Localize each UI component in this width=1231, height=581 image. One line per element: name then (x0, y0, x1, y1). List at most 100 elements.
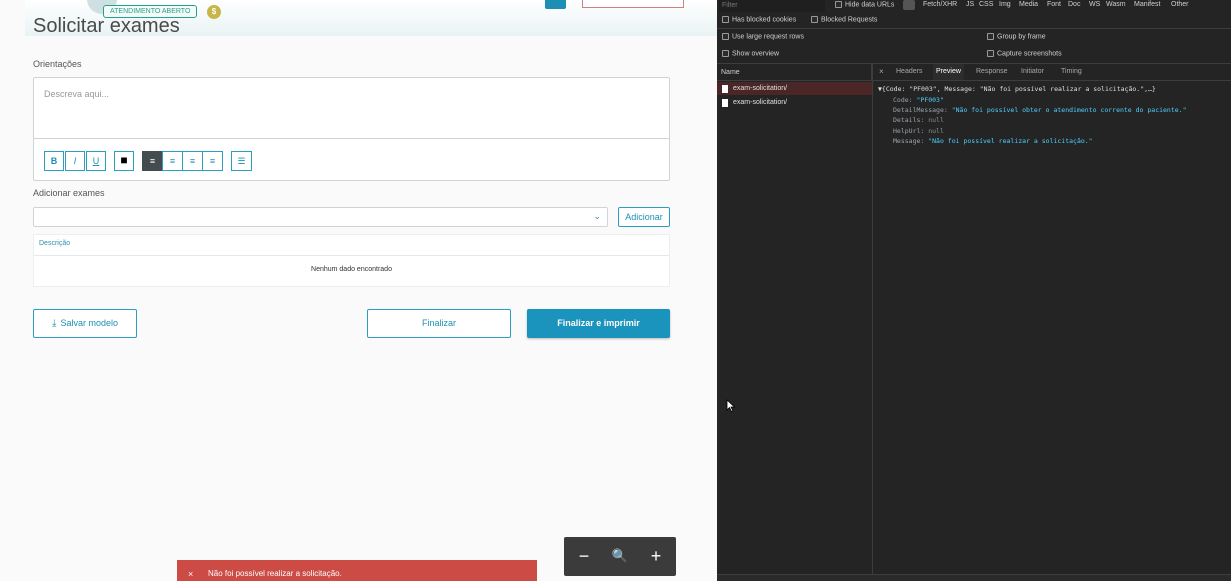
align-right-icon[interactable]: ≡ (142, 151, 163, 171)
group-by-frame-label: Group by frame (997, 33, 1046, 41)
json-key: Details: (893, 116, 929, 124)
close-icon[interactable]: × (188, 560, 193, 581)
request-name: exam-solicitation/ (733, 85, 788, 92)
type-fetch[interactable]: Fetch/XHR (923, 1, 957, 8)
panel-splitter[interactable] (872, 64, 873, 581)
type-wasm[interactable]: Wasm (1106, 1, 1126, 8)
request-name: exam-solicitation/ (733, 99, 788, 106)
filter-input[interactable]: Filter (719, 0, 825, 12)
table-divider (34, 255, 669, 256)
orientacoes-label: Orientações (33, 59, 82, 69)
json-key: Code: (893, 96, 917, 104)
capture-screenshots-checkbox[interactable]: Capture screenshots (987, 50, 1062, 57)
json-value: "Não foi possível realizar a solicitação… (928, 137, 1093, 145)
italic-button[interactable]: I (65, 151, 85, 171)
empty-message: Nenhum dado encontrado (311, 266, 392, 273)
save-model-button[interactable]: ⤓ Salvar modelo (33, 309, 137, 338)
align-center-icon[interactable]: ≡ (162, 151, 183, 171)
request-row-selected[interactable]: exam-solicitation/ (717, 82, 872, 95)
divider (717, 28, 1231, 29)
error-toast: × Não foi possível realizar a solicitaçã… (177, 560, 537, 581)
orientacoes-editor: Descreva aqui... B I U ■ ≡ ≡ ≡ ≡ ☰ (33, 77, 670, 181)
blocked-requests-label: Blocked Requests (821, 16, 878, 24)
has-blocked-cookies-checkbox[interactable]: Has blocked cookies (722, 16, 796, 23)
file-icon (722, 99, 728, 107)
type-img[interactable]: Img (999, 1, 1011, 8)
exams-table: Descrição Nenhum dado encontrado (33, 234, 670, 287)
zoom-toolbar: − 🔍 + (564, 537, 676, 576)
bold-button[interactable]: B (44, 151, 64, 171)
tab-initiator[interactable]: Initiator (1021, 64, 1044, 80)
preview-line-message: Message: "Não foi possível realizar a so… (893, 137, 1093, 145)
checkbox-icon (987, 33, 994, 40)
devtools-panel: Filter Hide data URLs Fetch/XHR JS CSS I… (717, 0, 1231, 581)
type-js[interactable]: JS (966, 1, 974, 8)
text-color-icon[interactable]: ■ (114, 151, 134, 171)
toast-message: Não foi possível realizar a solicitação. (208, 569, 342, 578)
checkbox-icon (987, 50, 994, 57)
justify-icon[interactable]: ≡ (202, 151, 223, 171)
editor-placeholder: Descreva aqui... (44, 89, 110, 99)
preview-line-detail: DetailMessage: "Não foi possível obter o… (893, 106, 1187, 114)
tab-preview[interactable]: Preview (933, 64, 964, 80)
file-icon (722, 85, 728, 93)
orientacoes-textarea[interactable]: Descreva aqui... (34, 78, 669, 139)
group-by-frame-checkbox[interactable]: Group by frame (987, 33, 1046, 40)
type-doc[interactable]: Doc (1068, 1, 1080, 8)
top-secondary-button[interactable] (582, 0, 684, 8)
json-key: Message: (893, 137, 929, 145)
preview-line-code: Code: "PF003" (893, 96, 944, 104)
chevron-down-icon: ⌄ (593, 211, 601, 221)
type-ws[interactable]: WS (1089, 1, 1100, 8)
table-header-descricao[interactable]: Descrição (39, 240, 70, 247)
page-title: Solicitar exames (33, 15, 180, 37)
large-rows-label: Use large request rows (732, 33, 804, 41)
json-value: "PF003" (916, 96, 944, 104)
type-other[interactable]: Other (1171, 1, 1189, 8)
magnifier-icon[interactable]: 🔍 (608, 545, 632, 569)
name-header-label: Name (721, 69, 740, 76)
type-media[interactable]: Media (1019, 1, 1038, 8)
type-font[interactable]: Font (1047, 1, 1061, 8)
json-value: "Não foi possível obter o atendimento co… (951, 106, 1187, 114)
checkbox-icon (722, 33, 729, 40)
type-manifest[interactable]: Manifest (1134, 1, 1160, 8)
adicionar-exames-label: Adicionar exames (33, 188, 105, 198)
divider (873, 80, 1231, 81)
tab-headers[interactable]: Headers (896, 64, 922, 80)
status-bar (717, 574, 1231, 581)
align-left-icon[interactable]: ≡ (182, 151, 203, 171)
name-column-header[interactable]: Name (717, 64, 872, 80)
mouse-cursor-icon (726, 399, 736, 413)
exam-select[interactable]: ⌄ (33, 207, 608, 227)
show-overview-checkbox[interactable]: Show overview (722, 50, 779, 57)
type-css[interactable]: CSS (979, 1, 993, 8)
blocked-requests-checkbox[interactable]: Blocked Requests (811, 16, 877, 23)
finalize-print-button[interactable]: Finalizar e imprimir (527, 309, 670, 338)
preview-line-help: HelpUrl: null (893, 127, 944, 135)
detail-tabs: × Headers Preview Response Initiator Tim… (873, 64, 1231, 80)
underline-button[interactable]: U (86, 151, 106, 171)
zoom-in-button[interactable]: + (644, 545, 668, 569)
tab-timing[interactable]: Timing (1061, 64, 1082, 80)
preview-summary[interactable]: ▼{Code: "PF003", Message: "Não foi possí… (878, 85, 1156, 93)
checkbox-icon (835, 1, 842, 8)
capture-screenshots-label: Capture screenshots (997, 50, 1062, 58)
hide-data-urls-checkbox[interactable]: Hide data URLs (835, 1, 894, 8)
json-value: null (928, 116, 944, 124)
checkbox-icon (722, 50, 729, 57)
close-icon[interactable]: × (879, 64, 884, 80)
top-action-button[interactable] (545, 0, 566, 9)
tab-response[interactable]: Response (976, 64, 1008, 80)
list-icon[interactable]: ☰ (231, 151, 252, 171)
large-rows-checkbox[interactable]: Use large request rows (722, 33, 804, 40)
show-overview-label: Show overview (732, 50, 780, 58)
checkbox-icon (722, 16, 729, 23)
dollar-icon[interactable]: $ (207, 5, 221, 19)
zoom-out-button[interactable]: − (572, 545, 596, 569)
finalize-button[interactable]: Finalizar (367, 309, 511, 338)
add-exam-button[interactable]: Adicionar (618, 207, 670, 227)
request-row[interactable]: exam-solicitation/ (717, 96, 872, 109)
preview-line-details: Details: null (893, 116, 944, 124)
all-filter-button[interactable] (903, 0, 915, 10)
